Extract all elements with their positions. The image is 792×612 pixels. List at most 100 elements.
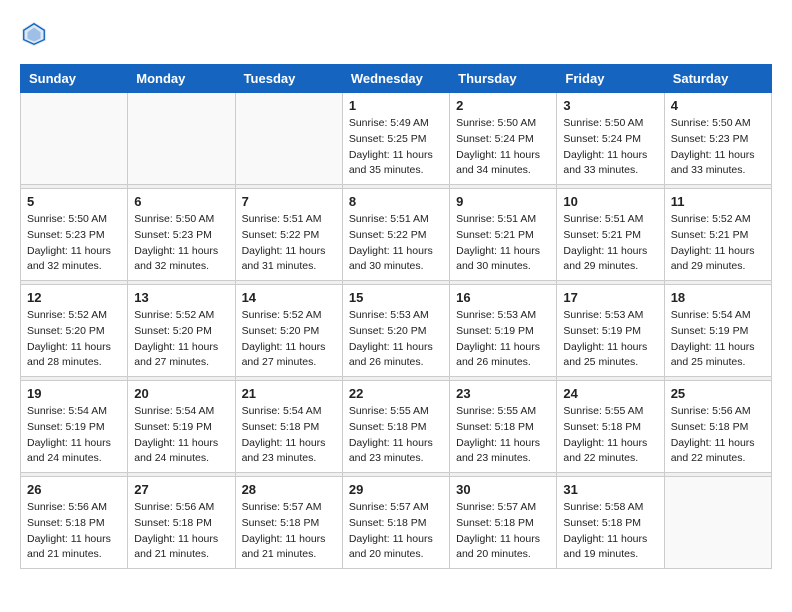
- page-header: [20, 20, 772, 48]
- day-header-sunday: Sunday: [21, 65, 128, 93]
- calendar-cell: 1 Sunrise: 5:49 AMSunset: 5:25 PMDaylight…: [342, 93, 449, 185]
- day-number: 1: [349, 98, 443, 113]
- day-number: 25: [671, 386, 765, 401]
- day-number: 31: [563, 482, 657, 497]
- day-number: 9: [456, 194, 550, 209]
- day-header-tuesday: Tuesday: [235, 65, 342, 93]
- day-number: 13: [134, 290, 228, 305]
- calendar-cell: 10 Sunrise: 5:51 AMSunset: 5:21 PMDayligh…: [557, 189, 664, 281]
- logo-icon: [20, 20, 48, 48]
- calendar-cell: [664, 477, 771, 569]
- day-header-thursday: Thursday: [450, 65, 557, 93]
- calendar-table: SundayMondayTuesdayWednesdayThursdayFrid…: [20, 64, 772, 569]
- day-header-saturday: Saturday: [664, 65, 771, 93]
- calendar-cell: 26Sunrise: 5:56 AMSunset: 5:18 PMDayligh…: [21, 477, 128, 569]
- calendar-cell: 20 Sunrise: 5:54 AMSunset: 5:19 PMDayligh…: [128, 381, 235, 473]
- calendar-cell: [21, 93, 128, 185]
- calendar-week-3: 12 Sunrise: 5:52 AMSunset: 5:20 PMDayligh…: [21, 285, 772, 377]
- calendar-cell: 16 Sunrise: 5:53 AMSunset: 5:19 PMDayligh…: [450, 285, 557, 377]
- day-number: 3: [563, 98, 657, 113]
- calendar-cell: 11 Sunrise: 5:52 AMSunset: 5:21 PMDayligh…: [664, 189, 771, 281]
- day-number: 7: [242, 194, 336, 209]
- day-number: 2: [456, 98, 550, 113]
- day-info: Sunrise: 5:50 AMSunset: 5:23 PMDaylight:…: [134, 212, 228, 275]
- day-info: Sunrise: 5:50 AMSunset: 5:23 PMDaylight:…: [671, 116, 765, 179]
- calendar-cell: 23 Sunrise: 5:55 AMSunset: 5:18 PMDayligh…: [450, 381, 557, 473]
- day-info: Sunrise: 5:51 AMSunset: 5:22 PMDaylight:…: [242, 212, 336, 275]
- day-number: 23: [456, 386, 550, 401]
- day-number: 19: [27, 386, 121, 401]
- calendar-cell: 2Sunrise: 5:50 AMSunset: 5:24 PMDaylight…: [450, 93, 557, 185]
- day-info: Sunrise: 5:51 AMSunset: 5:21 PMDaylight:…: [456, 212, 550, 275]
- day-header-friday: Friday: [557, 65, 664, 93]
- calendar-week-4: 19 Sunrise: 5:54 AMSunset: 5:19 PMDayligh…: [21, 381, 772, 473]
- day-info: Sunrise: 5:54 AMSunset: 5:19 PMDaylight:…: [27, 404, 121, 467]
- calendar-cell: 31 Sunrise: 5:58 AMSunset: 5:18 PMDayligh…: [557, 477, 664, 569]
- calendar-cell: 14Sunrise: 5:52 AMSunset: 5:20 PMDayligh…: [235, 285, 342, 377]
- day-number: 28: [242, 482, 336, 497]
- calendar-cell: [128, 93, 235, 185]
- day-header-monday: Monday: [128, 65, 235, 93]
- day-info: Sunrise: 5:54 AMSunset: 5:18 PMDaylight:…: [242, 404, 336, 467]
- day-info: Sunrise: 5:50 AMSunset: 5:24 PMDaylight:…: [563, 116, 657, 179]
- calendar-week-1: 1 Sunrise: 5:49 AMSunset: 5:25 PMDaylight…: [21, 93, 772, 185]
- day-info: Sunrise: 5:51 AMSunset: 5:22 PMDaylight:…: [349, 212, 443, 275]
- day-info: Sunrise: 5:55 AMSunset: 5:18 PMDaylight:…: [563, 404, 657, 467]
- day-number: 18: [671, 290, 765, 305]
- day-number: 21: [242, 386, 336, 401]
- day-number: 4: [671, 98, 765, 113]
- day-number: 20: [134, 386, 228, 401]
- day-info: Sunrise: 5:57 AMSunset: 5:18 PMDaylight:…: [349, 500, 443, 563]
- day-info: Sunrise: 5:55 AMSunset: 5:18 PMDaylight:…: [349, 404, 443, 467]
- calendar-cell: 29 Sunrise: 5:57 AMSunset: 5:18 PMDayligh…: [342, 477, 449, 569]
- calendar-cell: 25Sunrise: 5:56 AMSunset: 5:18 PMDayligh…: [664, 381, 771, 473]
- day-info: Sunrise: 5:53 AMSunset: 5:19 PMDaylight:…: [563, 308, 657, 371]
- day-info: Sunrise: 5:54 AMSunset: 5:19 PMDaylight:…: [671, 308, 765, 371]
- day-info: Sunrise: 5:56 AMSunset: 5:18 PMDaylight:…: [27, 500, 121, 563]
- day-info: Sunrise: 5:58 AMSunset: 5:18 PMDaylight:…: [563, 500, 657, 563]
- calendar-cell: 12Sunrise: 5:52 AMSunset: 5:20 PMDayligh…: [21, 285, 128, 377]
- day-info: Sunrise: 5:53 AMSunset: 5:20 PMDaylight:…: [349, 308, 443, 371]
- calendar-week-2: 5 Sunrise: 5:50 AMSunset: 5:23 PMDaylight…: [21, 189, 772, 281]
- calendar-week-5: 26Sunrise: 5:56 AMSunset: 5:18 PMDayligh…: [21, 477, 772, 569]
- calendar-cell: 7 Sunrise: 5:51 AMSunset: 5:22 PMDaylight…: [235, 189, 342, 281]
- day-number: 5: [27, 194, 121, 209]
- day-info: Sunrise: 5:52 AMSunset: 5:21 PMDaylight:…: [671, 212, 765, 275]
- day-info: Sunrise: 5:55 AMSunset: 5:18 PMDaylight:…: [456, 404, 550, 467]
- day-number: 6: [134, 194, 228, 209]
- day-number: 24: [563, 386, 657, 401]
- day-info: Sunrise: 5:50 AMSunset: 5:23 PMDaylight:…: [27, 212, 121, 275]
- day-number: 10: [563, 194, 657, 209]
- day-info: Sunrise: 5:51 AMSunset: 5:21 PMDaylight:…: [563, 212, 657, 275]
- day-header-wednesday: Wednesday: [342, 65, 449, 93]
- day-number: 8: [349, 194, 443, 209]
- calendar-cell: 9 Sunrise: 5:51 AMSunset: 5:21 PMDaylight…: [450, 189, 557, 281]
- calendar-cell: 30Sunrise: 5:57 AMSunset: 5:18 PMDayligh…: [450, 477, 557, 569]
- day-info: Sunrise: 5:56 AMSunset: 5:18 PMDaylight:…: [134, 500, 228, 563]
- calendar-cell: 24 Sunrise: 5:55 AMSunset: 5:18 PMDayligh…: [557, 381, 664, 473]
- day-info: Sunrise: 5:57 AMSunset: 5:18 PMDaylight:…: [242, 500, 336, 563]
- calendar-header-row: SundayMondayTuesdayWednesdayThursdayFrid…: [21, 65, 772, 93]
- calendar-cell: 5 Sunrise: 5:50 AMSunset: 5:23 PMDaylight…: [21, 189, 128, 281]
- day-number: 30: [456, 482, 550, 497]
- day-info: Sunrise: 5:54 AMSunset: 5:19 PMDaylight:…: [134, 404, 228, 467]
- day-info: Sunrise: 5:49 AMSunset: 5:25 PMDaylight:…: [349, 116, 443, 179]
- calendar-cell: 8 Sunrise: 5:51 AMSunset: 5:22 PMDaylight…: [342, 189, 449, 281]
- calendar-cell: [235, 93, 342, 185]
- day-info: Sunrise: 5:52 AMSunset: 5:20 PMDaylight:…: [134, 308, 228, 371]
- day-number: 11: [671, 194, 765, 209]
- day-number: 16: [456, 290, 550, 305]
- calendar-cell: 13 Sunrise: 5:52 AMSunset: 5:20 PMDayligh…: [128, 285, 235, 377]
- day-number: 15: [349, 290, 443, 305]
- calendar-cell: 6 Sunrise: 5:50 AMSunset: 5:23 PMDaylight…: [128, 189, 235, 281]
- calendar-cell: 15 Sunrise: 5:53 AMSunset: 5:20 PMDayligh…: [342, 285, 449, 377]
- calendar-cell: 19 Sunrise: 5:54 AMSunset: 5:19 PMDayligh…: [21, 381, 128, 473]
- calendar-cell: 17 Sunrise: 5:53 AMSunset: 5:19 PMDayligh…: [557, 285, 664, 377]
- day-number: 17: [563, 290, 657, 305]
- calendar-cell: 18 Sunrise: 5:54 AMSunset: 5:19 PMDayligh…: [664, 285, 771, 377]
- day-info: Sunrise: 5:53 AMSunset: 5:19 PMDaylight:…: [456, 308, 550, 371]
- day-number: 29: [349, 482, 443, 497]
- day-number: 12: [27, 290, 121, 305]
- calendar-cell: 3 Sunrise: 5:50 AMSunset: 5:24 PMDaylight…: [557, 93, 664, 185]
- calendar-cell: 22Sunrise: 5:55 AMSunset: 5:18 PMDayligh…: [342, 381, 449, 473]
